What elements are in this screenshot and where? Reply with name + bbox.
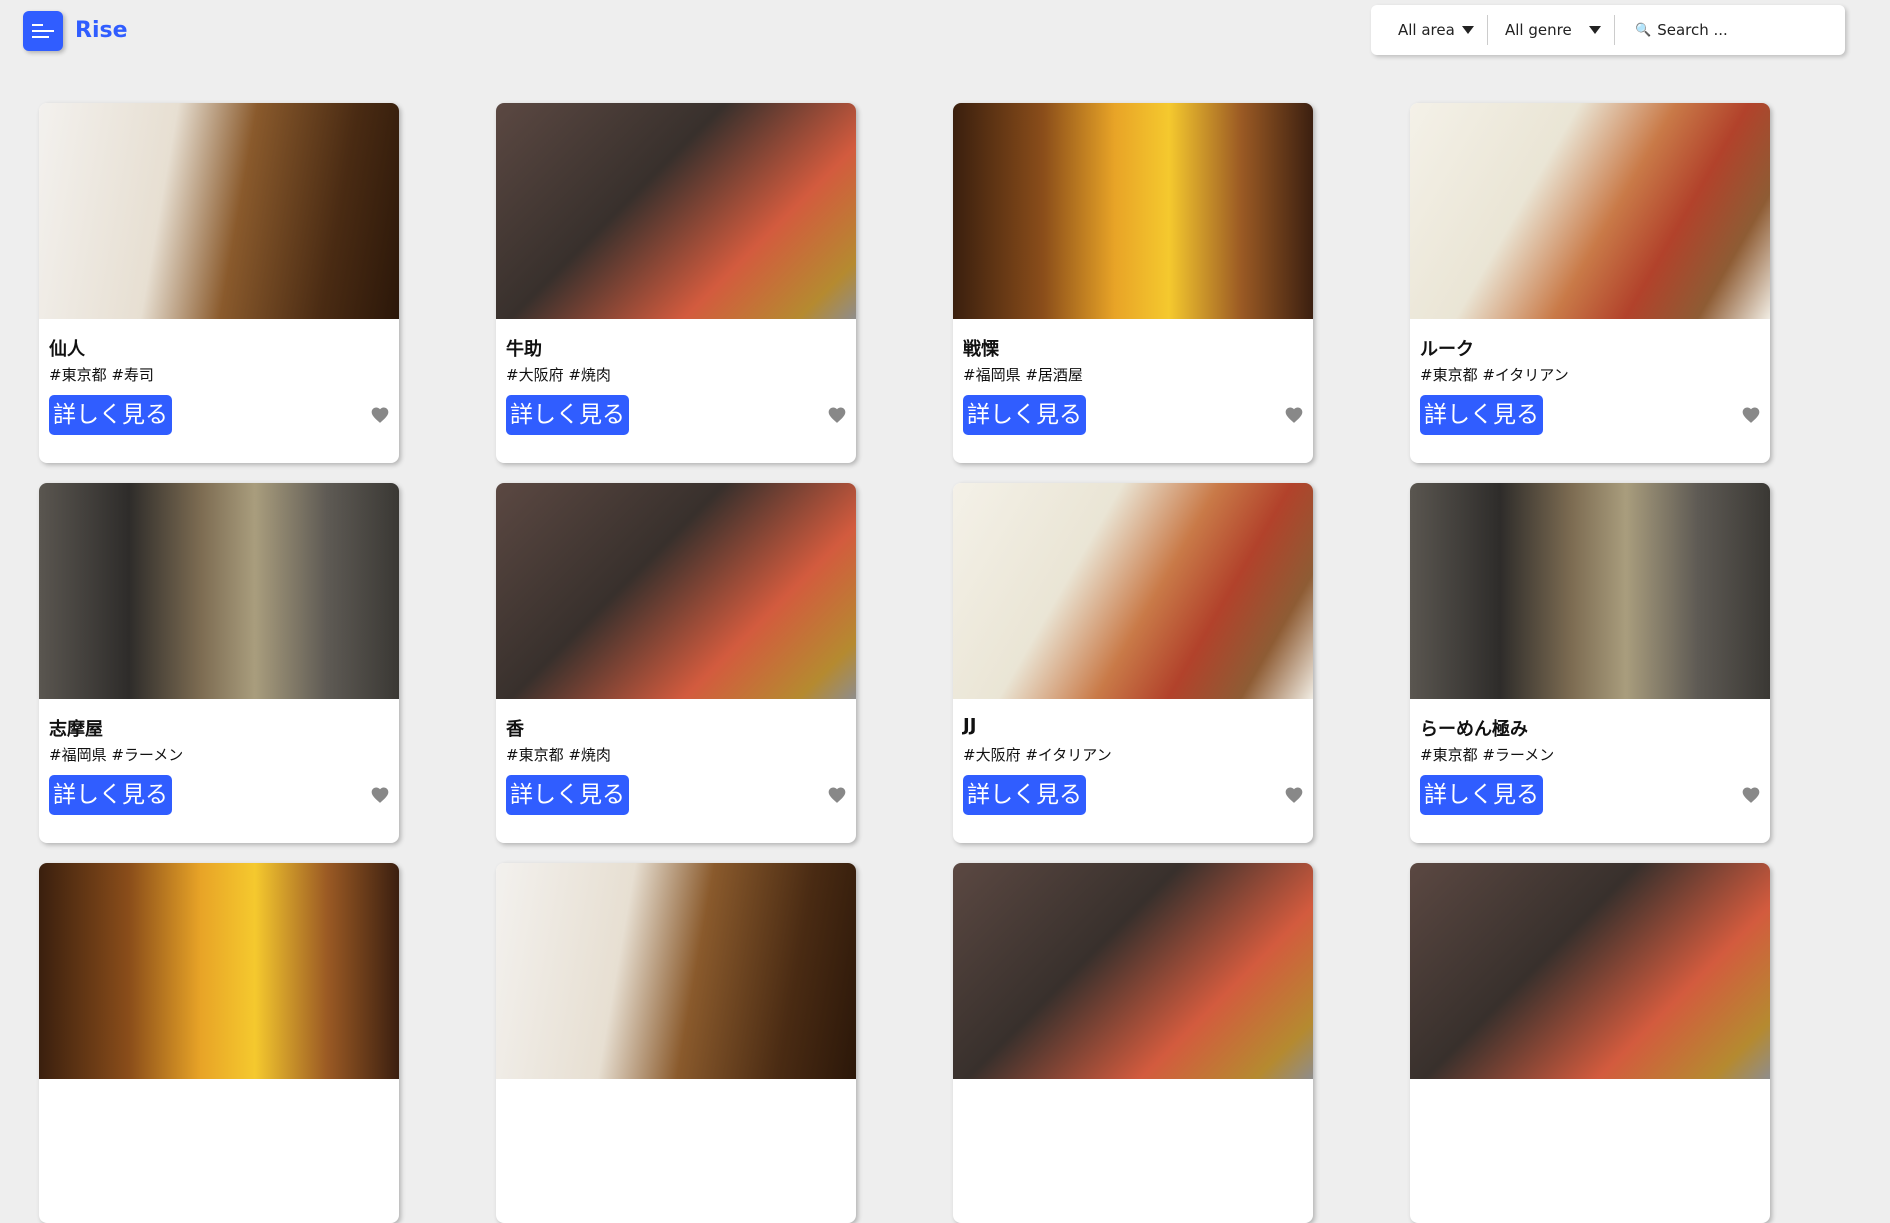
view-details-button[interactable]: 詳しく見る [1420,395,1543,435]
shop-tags: #東京都 #ラーメン [1420,746,1555,764]
shop-card: 戦慄 #福岡県 #居酒屋詳しく見る [953,103,1313,463]
shop-name: ルーク [1420,339,1474,360]
shop-photo-meat [953,863,1313,1079]
heart-icon[interactable] [370,785,390,805]
shop-card: 牛助 #大阪府 #焼肉詳しく見る [496,103,856,463]
shop-photo [1410,103,1770,319]
heart-icon[interactable] [1741,785,1761,805]
area-select-value: All area [1398,21,1455,39]
shop-photo [39,103,399,319]
app-header: Rise All area All genre 🔍 [0,0,1890,70]
shop-card: らーめん極み #東京都 #ラーメン詳しく見る [1410,483,1770,843]
shop-card: 香 #東京都 #焼肉詳しく見る [496,483,856,843]
shop-card [496,863,856,1223]
shop-tags: #福岡県 #居酒屋 [963,366,1083,384]
hamburger-menu-button[interactable] [23,11,63,51]
caret-down-icon [1462,26,1474,34]
menu-line-icon [32,30,54,32]
shop-photo [496,483,856,699]
shop-photo [39,483,399,699]
heart-icon[interactable] [827,785,847,805]
view-details-button[interactable]: 詳しく見る [506,395,629,435]
heart-icon[interactable] [1284,405,1304,425]
shop-photo-ramen [1410,483,1770,699]
heart-icon[interactable] [370,405,390,425]
search-field[interactable]: 🔍 [1615,20,1840,40]
shop-card: 志摩屋 #福岡県 #ラーメン詳しく見る [39,483,399,843]
shop-photo [496,863,856,1079]
shop-name: 香 [506,719,524,740]
shop-photo [1410,483,1770,699]
shop-tags: #大阪府 #イタリアン [963,746,1112,764]
shop-photo [496,103,856,319]
shop-card [1410,863,1770,1223]
shop-photo-meat [496,103,856,319]
app-logo[interactable]: Rise [75,14,128,48]
genre-select-value: All genre [1505,21,1572,39]
search-icon: 🔍 [1635,22,1652,38]
genre-select[interactable]: All genre [1488,15,1615,45]
shop-photo-izakaya [39,863,399,1079]
shop-tags: #福岡県 #ラーメン [49,746,184,764]
filter-search-bar: All area All genre 🔍 [1371,5,1845,55]
shop-card: ルーク #東京都 #イタリアン詳しく見る [1410,103,1770,463]
shop-card: JJ #大阪府 #イタリアン詳しく見る [953,483,1313,843]
shop-photo-sushi [39,103,399,319]
caret-down-icon [1589,26,1601,34]
shop-photo [1410,863,1770,1079]
shop-photo [39,863,399,1079]
area-select[interactable]: All area [1371,15,1488,45]
shop-name: 戦慄 [963,339,999,360]
shop-photo-pizza [1410,103,1770,319]
view-details-button[interactable]: 詳しく見る [49,395,172,435]
menu-line-icon [32,36,49,38]
shop-tags: #東京都 #焼肉 [506,746,611,764]
shop-photo [953,483,1313,699]
view-details-button[interactable]: 詳しく見る [963,775,1086,815]
view-details-button[interactable]: 詳しく見る [963,395,1086,435]
heart-icon[interactable] [1284,785,1304,805]
view-details-button[interactable]: 詳しく見る [49,775,172,815]
shop-name: JJ [963,715,977,736]
shop-tags: #東京都 #寿司 [49,366,154,384]
shop-card [953,863,1313,1223]
shop-photo [953,863,1313,1079]
shop-photo-sushi [496,863,856,1079]
shop-name: らーめん極み [1420,719,1528,740]
shop-photo [953,103,1313,319]
shop-photo-pizza [953,483,1313,699]
shop-photo-ramen [39,483,399,699]
shop-tags: #大阪府 #焼肉 [506,366,611,384]
view-details-button[interactable]: 詳しく見る [506,775,629,815]
shop-photo-meat [1410,863,1770,1079]
heart-icon[interactable] [1741,405,1761,425]
heart-icon[interactable] [827,405,847,425]
shop-card [39,863,399,1223]
shop-name: 仙人 [49,339,85,360]
shop-photo-meat [496,483,856,699]
view-details-button[interactable]: 詳しく見る [1420,775,1543,815]
shop-photo-izakaya [953,103,1313,319]
menu-line-icon [32,24,43,26]
search-input[interactable] [1655,20,1840,40]
shop-name: 志摩屋 [49,719,103,740]
shop-card: 仙人 #東京都 #寿司詳しく見る [39,103,399,463]
shop-tags: #東京都 #イタリアン [1420,366,1569,384]
shop-name: 牛助 [506,339,542,360]
